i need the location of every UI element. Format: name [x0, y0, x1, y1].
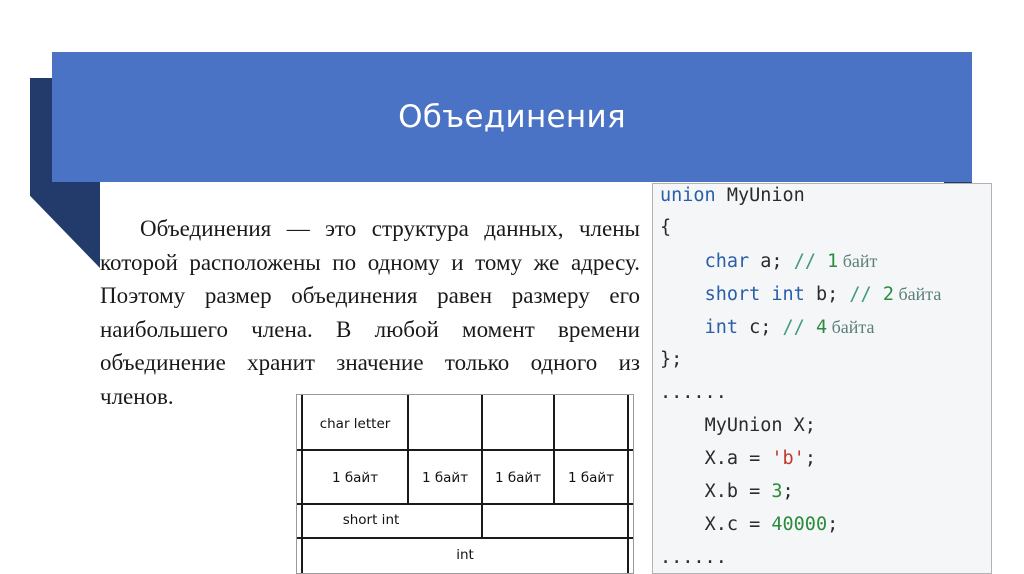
code-line: union MyUnion [660, 185, 805, 206]
code-line: X.a = 'b'; [704, 448, 816, 469]
row-divider [297, 503, 633, 505]
code-line: int c; // 4 байта [704, 317, 875, 338]
code-line: short int b; // 2 байта [704, 284, 942, 305]
int-cell: int [456, 547, 474, 563]
column-divider [627, 395, 629, 573]
row-divider [297, 537, 633, 539]
byte-cell: 1 байт [331, 470, 379, 486]
code-line: { [660, 217, 672, 238]
code-line: ...... [660, 547, 727, 568]
byte-cell: 1 байт [494, 470, 542, 486]
code-line: MyUnion X; [704, 415, 816, 436]
row-divider [297, 449, 633, 451]
code-line: X.c = 40000; [704, 514, 839, 535]
slide-title: Объединения [398, 99, 626, 135]
code-line: char a; // 1 байт [704, 251, 878, 272]
code-line: X.b = 3; [704, 481, 794, 502]
code-line: }; [660, 349, 683, 370]
code-line: ...... [660, 382, 727, 403]
byte-cell: 1 байт [421, 470, 469, 486]
char-letter-cell: char letter [319, 416, 391, 432]
title-banner: Объединения [52, 52, 972, 182]
byte-cell: 1 байт [567, 470, 615, 486]
code-listing: union MyUnion { char a; // 1 байт short … [652, 183, 992, 574]
short-int-cell: short int [342, 512, 400, 528]
definition-paragraph: Объединения — это структура данных, член… [100, 216, 640, 409]
memory-layout-diagram: char letter 1 байт 1 байт 1 байт 1 байт … [296, 394, 634, 574]
